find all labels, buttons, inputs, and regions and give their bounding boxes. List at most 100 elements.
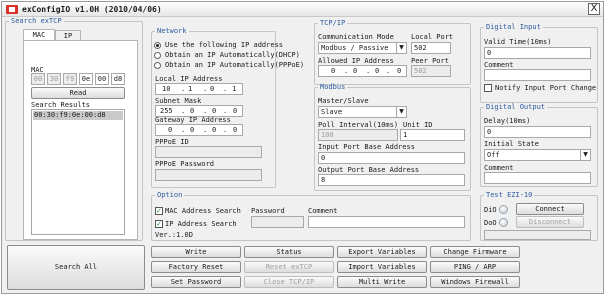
option-legend: Option (157, 191, 183, 199)
allowed-ip-field[interactable]: 0. 0. 0. 0 (318, 65, 407, 77)
import-variables-button[interactable]: Import Variables (337, 261, 427, 273)
di-comment-label: Comment (484, 61, 514, 69)
delay-input[interactable]: 0 (484, 126, 591, 138)
input-base-input[interactable]: 0 (318, 152, 465, 164)
master-slave-select[interactable]: Slave ▼ (318, 106, 407, 118)
initial-state-value: Off (487, 151, 500, 159)
mac-octet-2[interactable]: 30 (47, 73, 61, 85)
factory-reset-button[interactable]: Factory Reset (151, 261, 241, 273)
gateway-label: Gateway IP Address (155, 116, 231, 124)
mac-octet-1[interactable]: 00 (31, 73, 45, 85)
change-firmware-button[interactable]: Change Firmware (430, 246, 520, 258)
write-button[interactable]: Write (151, 246, 241, 258)
connect-button[interactable]: Connect (516, 203, 584, 215)
master-slave-value: Slave (321, 108, 343, 116)
notify-label: Notify Input Port Change (495, 84, 597, 92)
local-ip-label: Local IP Address (155, 75, 223, 83)
app-icon (6, 5, 18, 14)
option-comment-label: Comment (308, 207, 338, 215)
ping-arp-button[interactable]: PING / ARP (430, 261, 520, 273)
radio-static-ip-label: Use the following IP address (165, 41, 284, 49)
subnet-label: Subnet Mask (155, 97, 202, 105)
notify-checkbox[interactable] (484, 84, 492, 92)
ip-octet: 0 (353, 67, 358, 75)
password-input[interactable] (251, 216, 304, 228)
initial-state-select[interactable]: Off ▼ (484, 149, 591, 161)
do-comment-label: Comment (484, 164, 514, 172)
search-results-list[interactable]: 00:30:f9:0e:00:d8 (31, 109, 125, 235)
password-label: Password (251, 207, 285, 215)
close-tcpip-button[interactable]: Close TCP/IP (244, 276, 334, 288)
set-password-button[interactable]: Set Password (151, 276, 241, 288)
valid-time-input[interactable]: 0 (484, 47, 591, 59)
ip-octet: 0 (168, 126, 173, 134)
radio-pppoe[interactable] (154, 62, 161, 69)
comm-mode-label: Communication Mode (318, 33, 394, 41)
radio-pppoe-label: Obtain an IP Automatically(PPPoE) (165, 61, 305, 69)
read-button[interactable]: Read (31, 87, 125, 99)
export-variables-button[interactable]: Export Variables (337, 246, 427, 258)
comm-mode-select[interactable]: Modbus / Passive ▼ (318, 42, 407, 54)
title-bar: exConfigIO v1.0H (2010/04/06) X (2, 2, 603, 17)
reset-extcp-button[interactable]: Reset exTCP (244, 261, 334, 273)
mac-octet-6[interactable]: d8 (111, 73, 125, 85)
mac-octet-3[interactable]: f9 (63, 73, 77, 85)
radio-dhcp[interactable] (154, 52, 161, 59)
network-legend: Network (157, 27, 187, 35)
do-indicator (499, 218, 508, 227)
unit-id-input[interactable]: 1 (400, 129, 465, 141)
output-base-label: Output Port Base Address (318, 166, 420, 174)
output-base-input[interactable]: 8 (318, 174, 465, 186)
pppoe-password-input[interactable] (155, 169, 262, 181)
ip-search-label: IP Address Search (165, 220, 237, 228)
ip-octet: 1 (232, 85, 237, 93)
modbus-legend: Modbus (320, 83, 346, 91)
test-legend: Test EZI-10 (486, 191, 533, 199)
list-item[interactable]: 00:30:f9:0e:00:d8 (33, 111, 123, 120)
allowed-ip-label: Allowed IP Address (318, 57, 394, 65)
version-label: Ver.:1.0D (155, 231, 193, 239)
radio-static-ip[interactable] (154, 42, 161, 49)
search-results-label: Search Results (31, 101, 91, 109)
status-button[interactable]: Status (244, 246, 334, 258)
local-port-input[interactable]: 502 (411, 42, 451, 54)
di-label: DiO (484, 206, 497, 214)
disconnect-button[interactable]: Disconnect (516, 216, 584, 228)
do-label: DoO (484, 219, 497, 227)
do-comment-input[interactable] (484, 172, 591, 184)
windows-firewall-button[interactable]: Windows Firewall (430, 276, 520, 288)
close-icon[interactable]: X (588, 3, 600, 15)
valid-time-label: Valid Time(10ms) (484, 38, 552, 46)
ip-octet: 0 (212, 107, 217, 115)
mac-octet-5[interactable]: 00 (95, 73, 109, 85)
ip-octet: 0 (210, 85, 215, 93)
ip-octet: 0 (375, 67, 380, 75)
comm-mode-value: Modbus / Passive (321, 44, 389, 52)
chevron-down-icon: ▼ (396, 107, 406, 117)
ip-search-checkbox[interactable]: ✓ (155, 220, 163, 228)
ip-octet: 0 (190, 126, 195, 134)
ip-octet: 0 (212, 126, 217, 134)
search-group-legend: Search exTCP (11, 17, 62, 25)
di-indicator (499, 205, 508, 214)
multi-write-button[interactable]: Multi Write (337, 276, 427, 288)
pppoe-id-input[interactable] (155, 146, 262, 158)
initial-state-label: Initial State (484, 140, 539, 148)
mac-search-checkbox[interactable]: ✓ (155, 207, 163, 215)
local-ip-field[interactable]: 10. 1. 0. 1 (155, 83, 243, 95)
gateway-field[interactable]: 0. 0. 0. 0 (155, 124, 243, 136)
window-title: exConfigIO v1.0H (2010/04/06) (22, 5, 162, 14)
pppoe-password-label: PPPoE Password (155, 160, 215, 168)
di-comment-input[interactable] (484, 69, 591, 81)
peer-port-input[interactable]: 502 (411, 65, 451, 77)
search-all-button[interactable]: Search All (7, 245, 145, 290)
option-comment-input[interactable] (308, 216, 465, 228)
poll-interval-input[interactable]: 100 (318, 129, 398, 141)
pppoe-id-label: PPPoE ID (155, 138, 189, 146)
ip-octet: 0 (233, 126, 238, 134)
tcpip-legend: TCP/IP (320, 19, 346, 27)
ip-octet: 10 (162, 85, 171, 93)
radio-dhcp-label: Obtain an IP Automatically(DHCP) (165, 51, 300, 59)
local-port-label: Local Port (411, 33, 454, 41)
mac-octet-4[interactable]: 0e (79, 73, 93, 85)
